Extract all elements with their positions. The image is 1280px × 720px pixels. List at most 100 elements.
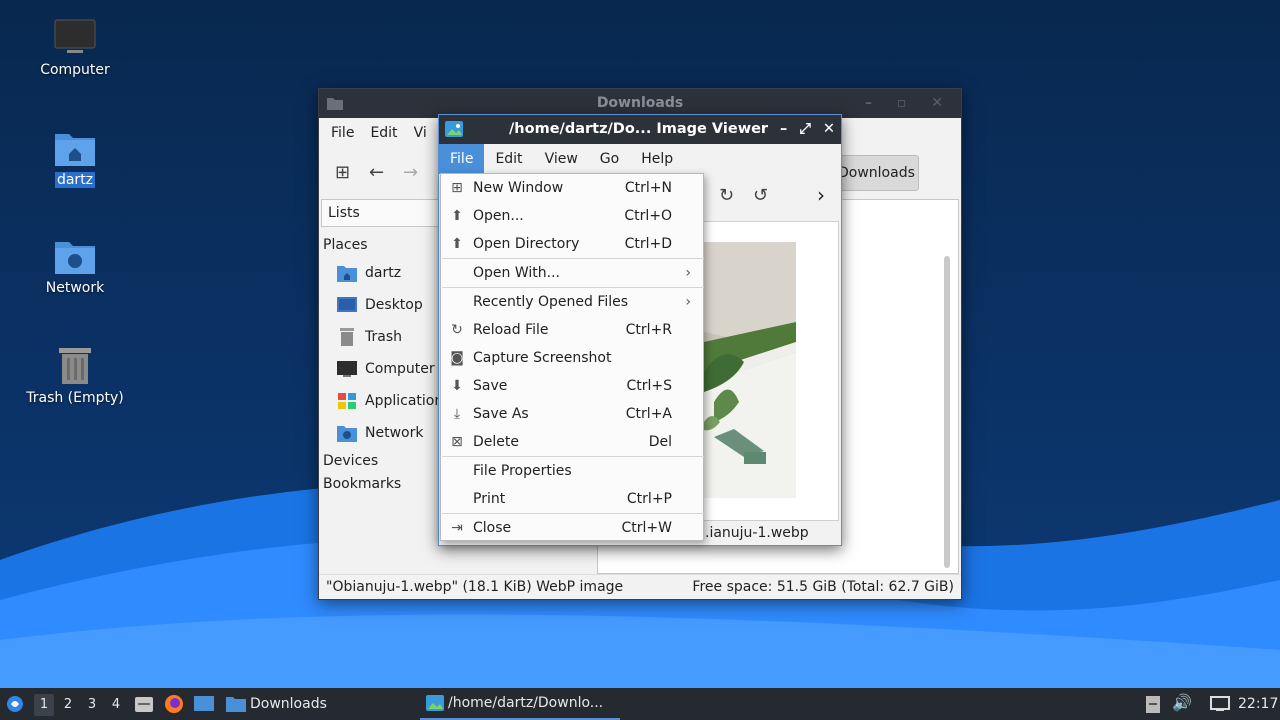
clipboard-icon[interactable] <box>1146 695 1160 713</box>
menu-item-shortcut: Ctrl+W <box>621 520 672 536</box>
submenu-arrow-icon: › <box>685 265 691 281</box>
new-tab-icon[interactable]: ⊞ <box>335 162 350 183</box>
open-icon: ⬆ <box>451 208 463 224</box>
menu-item-label: Recently Opened Files <box>473 294 629 310</box>
menu-item-capture-screenshot[interactable]: ◙ Capture Screenshot <box>441 344 703 372</box>
sidebar-item-label: Application <box>365 393 444 409</box>
vertical-scrollbar[interactable] <box>944 256 950 568</box>
sidebar-item-label: Desktop <box>365 297 423 313</box>
save-icon: ⬇ <box>451 378 463 394</box>
desktop-icon-label: dartz <box>54 172 96 188</box>
sidebar: Lists Places dartz Desktop Trash Compute… <box>319 199 449 574</box>
menu-item-delete[interactable]: ⊠ Delete Del <box>441 428 703 456</box>
sidebar-item-computer[interactable]: Computer <box>337 357 435 381</box>
menu-item-open[interactable]: ⬆ Open... Ctrl+O <box>441 202 703 230</box>
clock[interactable]: 22:17 <box>1238 688 1278 720</box>
menu-item-recently-opened[interactable]: Recently Opened Files › <box>441 288 703 316</box>
monitor-icon <box>337 361 357 377</box>
menu-item-close[interactable]: ⇥ Close Ctrl+W <box>441 514 703 542</box>
folder-icon <box>226 697 246 712</box>
rotate-right-icon[interactable]: ↻ <box>719 185 734 206</box>
sidebar-item-label: Trash <box>365 329 402 345</box>
sidebar-item-home[interactable]: dartz <box>337 261 401 285</box>
menu-item-save-as[interactable]: ⤓ Save As Ctrl+A <box>441 400 703 428</box>
desktop-icon-home[interactable]: dartz <box>20 128 130 188</box>
sidebar-item-applications[interactable]: Application <box>337 389 443 413</box>
menu-go[interactable]: Go <box>589 144 630 174</box>
task-image-viewer[interactable]: /home/dartz/Downlo... <box>420 688 620 720</box>
location-button[interactable]: Downloads <box>837 155 919 191</box>
image-viewer-app-icon <box>445 121 463 137</box>
menu-edit[interactable]: Edit <box>362 125 405 141</box>
menu-edit[interactable]: Edit <box>484 144 533 174</box>
menu-item-print[interactable]: Print Ctrl+P <box>441 485 703 513</box>
task-label: Downloads <box>250 696 327 712</box>
menu-item-shortcut: Ctrl+R <box>625 322 672 338</box>
sidebar-item-trash[interactable]: Trash <box>337 325 402 349</box>
bookmarks-header[interactable]: Bookmarks <box>323 476 401 492</box>
menu-file[interactable]: File <box>323 125 362 141</box>
rotate-left-icon[interactable]: ↺ <box>753 185 768 206</box>
menu-view[interactable]: Vi <box>406 125 435 141</box>
menu-file[interactable]: File <box>439 144 485 174</box>
sidebar-item-network[interactable]: Network <box>337 421 423 445</box>
sidebar-item-label: Computer <box>365 361 435 377</box>
trash-icon <box>59 348 91 384</box>
desktop-icon <box>337 297 357 312</box>
menu-help[interactable]: Help <box>630 144 684 174</box>
menu-item-save[interactable]: ⬇ Save Ctrl+S <box>441 372 703 400</box>
sidebar-view-selector[interactable]: Lists <box>321 199 449 227</box>
image-filename: .ianuju-1.webp <box>705 525 809 541</box>
home-folder-icon <box>337 266 357 282</box>
desktop-icon-network[interactable]: Network <box>20 236 130 296</box>
devices-header[interactable]: Devices <box>323 453 378 469</box>
menu-item-open-with[interactable]: Open With... › <box>441 259 703 287</box>
image-viewer-titlebar[interactable]: /home/dartz/Do... Image Viewer – ⤢ ✕ <box>439 115 841 144</box>
home-folder-icon <box>55 134 95 166</box>
workspace-3[interactable]: 3 <box>82 694 102 716</box>
maximize-icon[interactable]: ⤢ <box>799 115 811 144</box>
file-manager-launcher-icon[interactable] <box>134 695 154 713</box>
sidebar-item-desktop[interactable]: Desktop <box>337 293 423 317</box>
forward-arrow-icon[interactable]: → <box>403 162 418 183</box>
trash-icon <box>340 328 354 346</box>
volume-icon[interactable]: 🔊 <box>1172 693 1192 712</box>
menu-item-shortcut: Del <box>648 434 672 450</box>
menu-item-shortcut: Ctrl+P <box>626 491 672 507</box>
close-icon[interactable]: ✕ <box>823 115 835 144</box>
places-header: Places <box>323 237 368 253</box>
workspace-4[interactable]: 4 <box>106 694 126 716</box>
network-status-icon[interactable] <box>1210 696 1230 712</box>
next-arrow-icon[interactable]: › <box>817 183 825 207</box>
menu-item-new-window[interactable]: ⊞ New Window Ctrl+N <box>441 174 703 202</box>
window-title: /home/dartz/Do... Image Viewer <box>509 121 769 137</box>
applications-icon <box>338 393 356 409</box>
desktop-icon-computer[interactable]: Computer <box>20 18 130 78</box>
show-desktop-icon[interactable] <box>194 695 214 713</box>
firefox-icon[interactable] <box>164 694 184 714</box>
image-canvas[interactable] <box>703 221 839 521</box>
submenu-arrow-icon: › <box>685 294 691 310</box>
photo-preview <box>704 242 796 498</box>
menu-view[interactable]: View <box>534 144 589 174</box>
desktop-icon-label: Trash (Empty) <box>26 390 124 406</box>
sidebar-item-label: Network <box>365 425 424 441</box>
menu-item-label: File Properties <box>473 463 572 479</box>
menu-item-shortcut: Ctrl+A <box>625 406 672 422</box>
menu-item-file-properties[interactable]: File Properties <box>441 457 703 485</box>
network-folder-icon <box>55 242 95 274</box>
desktop-icon-trash[interactable]: Trash (Empty) <box>20 344 130 406</box>
status-bar: "Obianuju-1.webp" (18.1 KiB) WebP image … <box>319 574 961 599</box>
start-menu-icon[interactable] <box>6 695 24 713</box>
minimize-icon[interactable]: – <box>780 115 787 144</box>
menu-item-reload-file[interactable]: ↻ Reload File Ctrl+R <box>441 316 703 344</box>
task-downloads[interactable]: Downloads <box>226 688 327 720</box>
image-viewer-app-icon <box>426 695 444 711</box>
workspace-1[interactable]: 1 <box>34 694 54 716</box>
window-controls[interactable]: – ⤢ ✕ <box>780 115 835 144</box>
workspace-2[interactable]: 2 <box>58 694 78 716</box>
garden-photo-image <box>704 242 796 498</box>
window-controls[interactable]: – ▫ ✕ <box>865 89 953 118</box>
menu-item-open-directory[interactable]: ⬆ Open Directory Ctrl+D <box>441 230 703 258</box>
back-arrow-icon[interactable]: ← <box>369 162 384 183</box>
